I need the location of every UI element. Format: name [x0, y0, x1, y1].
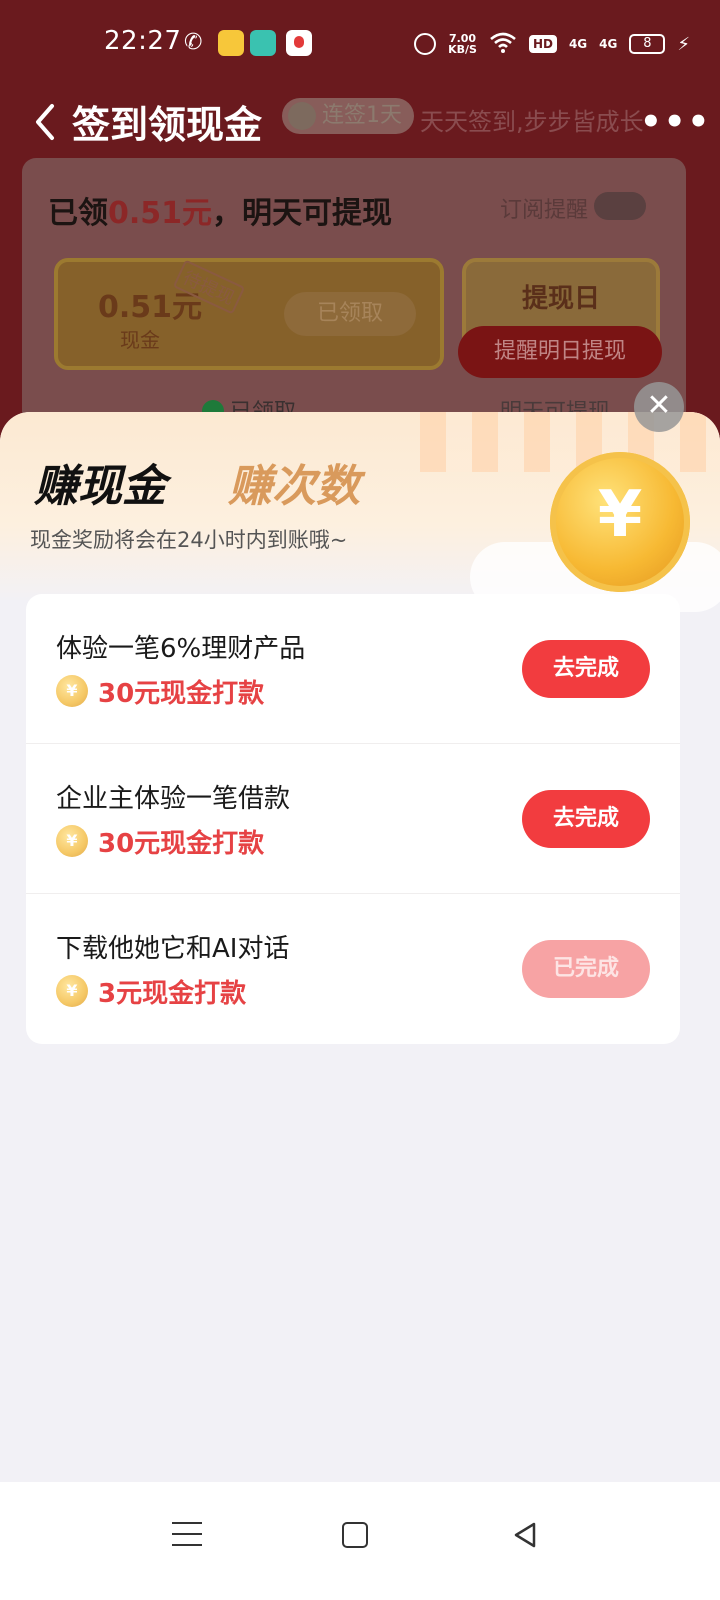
- close-button[interactable]: ✕: [634, 382, 684, 432]
- sheet-header: ¥ 赚现金 赚次数 现金奖励将会在24小时内到账哦~: [0, 412, 720, 612]
- back-icon[interactable]: [510, 1520, 540, 1550]
- go-complete-button[interactable]: 去完成: [522, 790, 650, 848]
- status-time: 22:27: [104, 26, 182, 56]
- task-reward: ¥ 30元现金打款: [56, 674, 265, 709]
- checkin-card: 已领0.51元，明天可提现 订阅提醒 0.51元 现金 待提现 已领取 提现日 …: [22, 158, 686, 440]
- more-icon[interactable]: •••: [640, 102, 711, 142]
- alarm-icon: [414, 33, 437, 55]
- wechat-icon: ✆: [184, 30, 203, 55]
- network-speed: 7.00 KB/S: [448, 32, 477, 56]
- subscribe-label: 订阅提醒: [500, 198, 589, 223]
- header-slogan: 天天签到,步步皆成长: [420, 108, 644, 136]
- coin-icon: ¥: [56, 675, 88, 707]
- task-reward: ¥ 30元现金打款: [56, 824, 265, 859]
- list-item: 企业主体验一笔借款 ¥ 30元现金打款 去完成: [26, 744, 680, 894]
- go-complete-button[interactable]: 去完成: [522, 640, 650, 698]
- withdraw-day-label: 提现日: [521, 284, 600, 314]
- bolt-icon: ⚡: [677, 33, 690, 55]
- task-list: 体验一笔6%理财产品 ¥ 30元现金打款 去完成 企业主体验一笔借款 ¥ 30元…: [26, 594, 680, 1044]
- cash-label: 现金: [120, 328, 160, 352]
- hd-icon: HD: [528, 35, 557, 53]
- list-item: 体验一笔6%理财产品 ¥ 30元现金打款 去完成: [26, 594, 680, 744]
- subscribe-toggle[interactable]: [594, 192, 646, 220]
- app-icon: [286, 30, 312, 56]
- completed-button[interactable]: 已完成: [522, 940, 650, 998]
- app-icon: [218, 30, 244, 56]
- earn-sheet: ¥ 赚现金 赚次数 现金奖励将会在24小时内到账哦~ 体验一笔6%理财产品 ¥ …: [0, 412, 720, 1512]
- home-icon[interactable]: [342, 1522, 368, 1548]
- task-title: 企业主体验一笔借款: [56, 784, 291, 814]
- menu-icon[interactable]: [172, 1522, 202, 1548]
- battery-icon: 8: [629, 34, 666, 54]
- reward-text: 30元现金打款: [98, 828, 265, 859]
- list-item: 下载他她它和AI对话 ¥ 3元现金打款 已完成: [26, 894, 680, 1044]
- system-nav-bar: [0, 1482, 720, 1600]
- reward-text: 3元现金打款: [98, 978, 247, 1009]
- streak-badge: 连签1天: [282, 98, 414, 134]
- remind-button[interactable]: 提醒明日提现: [458, 326, 662, 378]
- task-title: 体验一笔6%理财产品: [56, 634, 306, 664]
- status-bar: 22:27 ✆ 7.00 KB/S HD 4G 4G 8 ⚡: [0, 0, 720, 88]
- coin-icon: ¥: [56, 825, 88, 857]
- task-reward: ¥ 3元现金打款: [56, 974, 247, 1009]
- back-arrow-icon[interactable]: [32, 102, 58, 142]
- tab-earn-times[interactable]: 赚次数: [228, 450, 360, 514]
- reward-text: 30元现金打款: [98, 678, 265, 709]
- task-title: 下载他她它和AI对话: [56, 934, 290, 964]
- streak-text: 连签1天: [322, 103, 402, 128]
- cash-box: 0.51元 现金 待提现 已领取: [54, 258, 444, 370]
- coin-illustration-icon: ¥: [550, 452, 690, 592]
- sheet-subtitle: 现金奖励将会在24小时内到账哦~: [30, 528, 348, 552]
- tab-earn-cash[interactable]: 赚现金: [34, 450, 176, 514]
- wifi-icon: [489, 31, 517, 57]
- signal-icon: 4G: [599, 37, 618, 51]
- coin-icon: ¥: [56, 975, 88, 1007]
- app-icon: [250, 30, 276, 56]
- header: 签到领现金 连签1天 天天签到,步步皆成长 •••: [0, 88, 720, 158]
- signal-icon: 4G: [568, 37, 588, 51]
- claimed-button[interactable]: 已领取: [284, 292, 416, 336]
- background-page: 22:27 ✆ 7.00 KB/S HD 4G 4G 8 ⚡ 签到领现金 连签1天…: [0, 0, 720, 440]
- page-title: 签到领现金: [72, 103, 263, 147]
- claimed-summary: 已领0.51元，明天可提现: [48, 196, 393, 231]
- shield-icon: [288, 102, 316, 130]
